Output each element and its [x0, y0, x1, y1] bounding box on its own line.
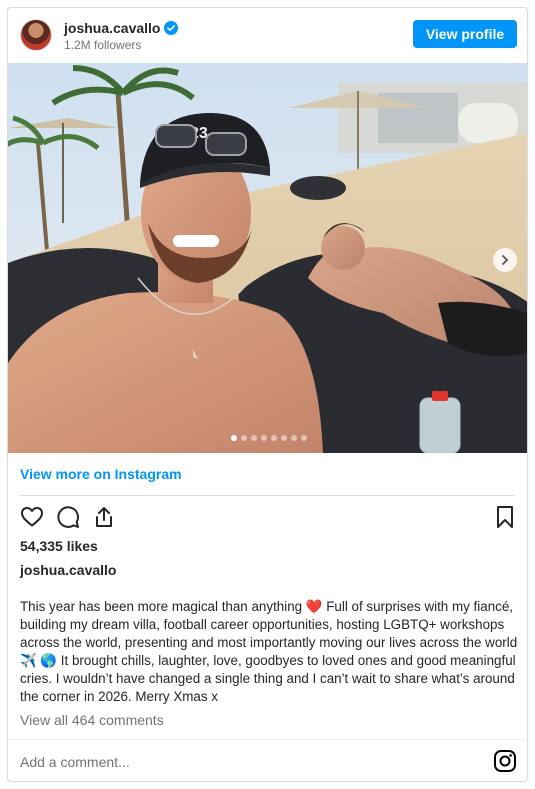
next-slide-button[interactable]: [493, 248, 517, 272]
action-bar: [20, 505, 517, 531]
caption-author[interactable]: joshua.cavallo: [20, 562, 116, 578]
bookmark-icon[interactable]: [493, 505, 517, 529]
chevron-right-icon: [502, 255, 509, 265]
view-all-comments-link[interactable]: View all 464 comments: [20, 712, 164, 728]
verified-badge-icon: [164, 21, 178, 35]
comment-icon[interactable]: [56, 505, 80, 529]
post-photo-image: 23: [8, 63, 527, 453]
divider: [20, 495, 515, 496]
add-comment-input[interactable]: [20, 750, 460, 774]
post-photo[interactable]: 23: [8, 63, 527, 453]
view-profile-button[interactable]: View profile: [413, 20, 517, 48]
post-header: joshua.cavallo 1.2M followers View profi…: [8, 8, 527, 63]
view-more-on-instagram-link[interactable]: View more on Instagram: [20, 466, 182, 482]
carousel-dot: [260, 435, 267, 441]
share-icon[interactable]: [92, 505, 116, 529]
instagram-icon[interactable]: [493, 749, 517, 773]
heart-icon[interactable]: [20, 505, 44, 529]
divider: [8, 739, 527, 740]
post-caption: This year has been more magical than any…: [20, 599, 518, 704]
carousel-dot: [280, 435, 287, 441]
carousel-dot: [270, 435, 277, 441]
carousel-dot: [290, 435, 297, 441]
carousel-indicator: [8, 435, 527, 441]
carousel-dot: [300, 435, 307, 441]
follower-count: 1.2M followers: [64, 38, 142, 52]
instagram-embed-card: joshua.cavallo 1.2M followers View profi…: [7, 7, 528, 782]
carousel-dot: [250, 435, 257, 441]
carousel-dot: [230, 435, 237, 441]
header-username[interactable]: joshua.cavallo: [64, 20, 160, 36]
avatar[interactable]: [20, 19, 52, 51]
carousel-dot: [240, 435, 247, 441]
likes-count[interactable]: 54,335 likes: [20, 538, 98, 554]
